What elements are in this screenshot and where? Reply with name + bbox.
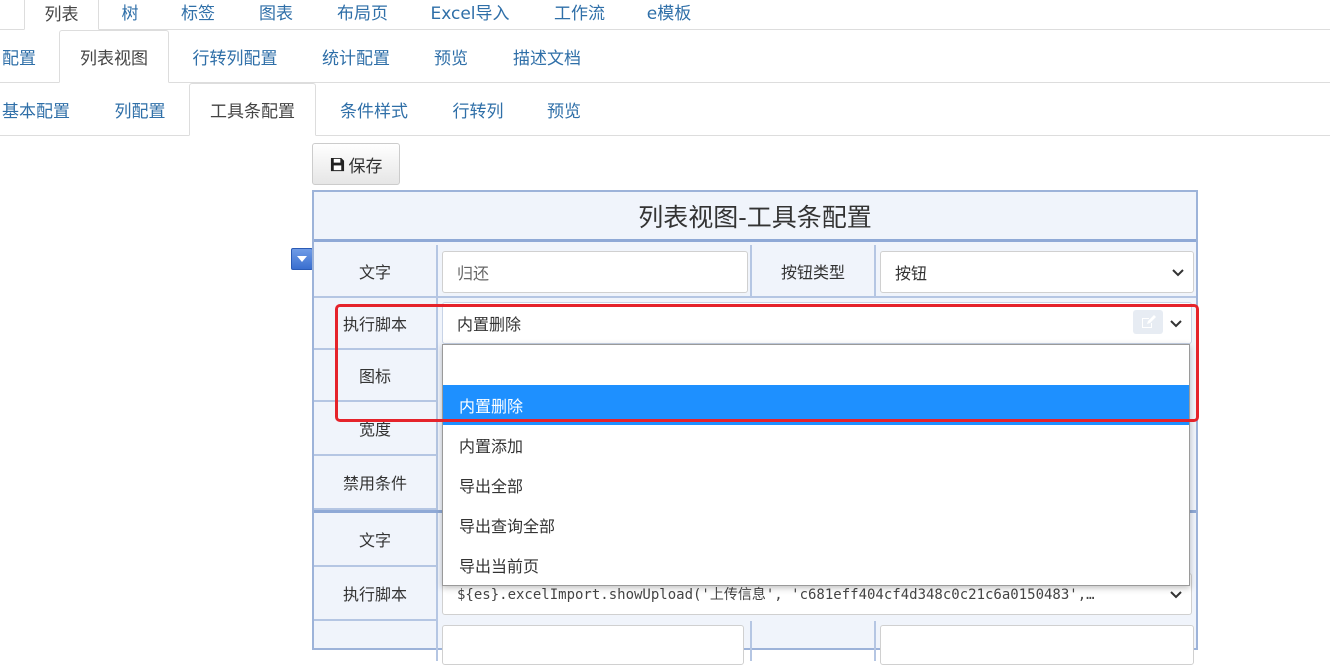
tab-bar-second: 配置 列表视图 行转列配置 统计配置 预览 描述文档	[0, 30, 1330, 83]
tab-config[interactable]: 配置	[0, 30, 46, 82]
tab-preview[interactable]: 预览	[420, 30, 482, 82]
dropdown-option-export-query-all[interactable]: 导出查询全部	[443, 505, 1189, 545]
tab-bar-top: 列表 树 标签 图表 布局页 Excel导入 工作流 e模板	[0, 0, 1330, 30]
dropdown-option-builtin-delete[interactable]: 内置删除	[443, 385, 1189, 425]
tab-toolbar-config[interactable]: 工具条配置	[189, 83, 316, 136]
script-value-2: ${es}.excelImport.showUpload('上传信息', 'c6…	[457, 587, 1095, 603]
script-label: 执行脚本	[314, 298, 438, 350]
dropdown-option-empty[interactable]	[443, 345, 1189, 385]
tab-top-hidden[interactable]	[0, 0, 6, 29]
edit-icon[interactable]	[1133, 310, 1163, 334]
icon-label: 图标	[314, 350, 438, 402]
tab-layout-page[interactable]: 布局页	[325, 0, 400, 29]
button-type-label: 按钮类型	[750, 245, 876, 298]
next-row-select[interactable]	[880, 625, 1194, 665]
panel-title: 列表视图-工具条配置	[314, 192, 1196, 242]
next-row-mid-label	[750, 621, 876, 661]
dropdown-option-export-current-page[interactable]: 导出当前页	[443, 545, 1189, 585]
disable-condition-label: 禁用条件	[314, 456, 438, 510]
save-button-label: 保存	[348, 156, 383, 177]
chevron-down-icon	[1172, 269, 1184, 277]
next-row-input[interactable]	[442, 625, 744, 665]
tab-chart[interactable]: 图表	[248, 0, 304, 29]
tab-row-to-column-config[interactable]: 行转列配置	[180, 30, 290, 82]
row-divider	[314, 296, 1196, 298]
script-dropdown-list: 内置删除 内置添加 导出全部 导出查询全部 导出当前页	[442, 344, 1190, 586]
tab-bar-third: 基本配置 列配置 工具条配置 条件样式 行转列 预览	[0, 83, 1330, 136]
script-value: 内置删除	[457, 315, 522, 334]
script-select[interactable]: 内置删除	[442, 302, 1192, 344]
caret-down-icon	[297, 256, 307, 262]
dropdown-option-export-all[interactable]: 导出全部	[443, 465, 1189, 505]
collapse-toggle[interactable]	[291, 248, 313, 270]
tab-column-config[interactable]: 列配置	[102, 83, 178, 135]
text-input[interactable]: 归还	[442, 251, 748, 293]
dropdown-option-builtin-add[interactable]: 内置添加	[443, 425, 1189, 465]
tab-statistics-config[interactable]: 统计配置	[308, 30, 404, 82]
chevron-down-icon	[1170, 591, 1182, 599]
next-row-label	[314, 621, 438, 661]
tab-list-view[interactable]: 列表视图	[59, 30, 169, 83]
tab-list[interactable]: 列表	[24, 0, 99, 30]
tab-conditional-style[interactable]: 条件样式	[328, 83, 420, 135]
tab-basic-config[interactable]: 基本配置	[0, 83, 78, 135]
tab-row-to-column[interactable]: 行转列	[440, 83, 516, 135]
tab-excel-import[interactable]: Excel导入	[420, 0, 520, 29]
text-label: 文字	[314, 245, 438, 298]
tab-preview-2[interactable]: 预览	[534, 83, 594, 135]
save-button[interactable]: 保存	[312, 143, 400, 185]
tab-tags[interactable]: 标签	[170, 0, 226, 29]
script-label-2: 执行脚本	[314, 567, 438, 621]
text-label-2: 文字	[314, 513, 438, 567]
tab-workflow[interactable]: 工作流	[542, 0, 617, 29]
button-type-select[interactable]: 按钮	[880, 251, 1194, 293]
floppy-disk-icon	[330, 157, 345, 172]
button-type-value: 按钮	[895, 264, 928, 283]
chevron-down-icon	[1170, 320, 1182, 328]
width-label: 宽度	[314, 402, 438, 456]
tab-e-template[interactable]: e模板	[640, 0, 698, 29]
tab-description-doc[interactable]: 描述文档	[500, 30, 594, 82]
tab-tree[interactable]: 树	[112, 0, 148, 29]
